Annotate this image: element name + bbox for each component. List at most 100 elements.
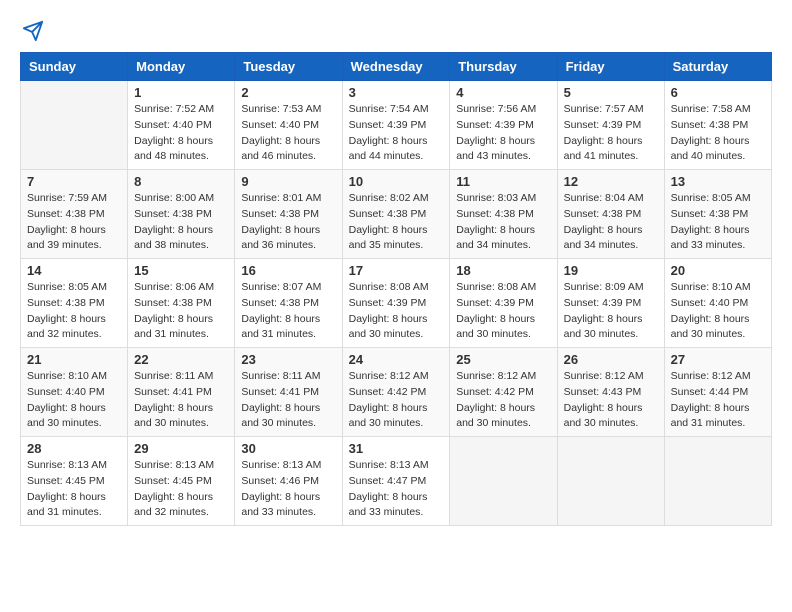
day-number: 5	[564, 85, 658, 100]
calendar-cell: 30 Sunrise: 8:13 AM Sunset: 4:46 PM Dayl…	[235, 437, 342, 526]
day-info: Sunrise: 8:05 AM Sunset: 4:38 PM Dayligh…	[671, 191, 765, 254]
day-number: 30	[241, 441, 335, 456]
day-info: Sunrise: 8:06 AM Sunset: 4:38 PM Dayligh…	[134, 280, 228, 343]
calendar-cell: 26 Sunrise: 8:12 AM Sunset: 4:43 PM Dayl…	[557, 348, 664, 437]
day-info: Sunrise: 8:00 AM Sunset: 4:38 PM Dayligh…	[134, 191, 228, 254]
calendar-cell: 28 Sunrise: 8:13 AM Sunset: 4:45 PM Dayl…	[21, 437, 128, 526]
day-info: Sunrise: 7:52 AM Sunset: 4:40 PM Dayligh…	[134, 102, 228, 165]
logo	[20, 20, 44, 42]
day-info: Sunrise: 8:12 AM Sunset: 4:44 PM Dayligh…	[671, 369, 765, 432]
day-number: 4	[456, 85, 550, 100]
day-number: 13	[671, 174, 765, 189]
weekday-header-tuesday: Tuesday	[235, 53, 342, 81]
calendar-header-row: SundayMondayTuesdayWednesdayThursdayFrid…	[21, 53, 772, 81]
weekday-header-saturday: Saturday	[664, 53, 771, 81]
day-number: 9	[241, 174, 335, 189]
day-number: 18	[456, 263, 550, 278]
day-number: 15	[134, 263, 228, 278]
day-number: 20	[671, 263, 765, 278]
day-number: 27	[671, 352, 765, 367]
calendar-cell: 21 Sunrise: 8:10 AM Sunset: 4:40 PM Dayl…	[21, 348, 128, 437]
day-info: Sunrise: 8:13 AM Sunset: 4:47 PM Dayligh…	[349, 458, 444, 521]
calendar-cell: 4 Sunrise: 7:56 AM Sunset: 4:39 PM Dayli…	[450, 81, 557, 170]
calendar-cell: 25 Sunrise: 8:12 AM Sunset: 4:42 PM Dayl…	[450, 348, 557, 437]
calendar-cell: 27 Sunrise: 8:12 AM Sunset: 4:44 PM Dayl…	[664, 348, 771, 437]
calendar-cell: 12 Sunrise: 8:04 AM Sunset: 4:38 PM Dayl…	[557, 170, 664, 259]
calendar-cell: 16 Sunrise: 8:07 AM Sunset: 4:38 PM Dayl…	[235, 259, 342, 348]
day-info: Sunrise: 7:56 AM Sunset: 4:39 PM Dayligh…	[456, 102, 550, 165]
day-info: Sunrise: 8:05 AM Sunset: 4:38 PM Dayligh…	[27, 280, 121, 343]
day-number: 17	[349, 263, 444, 278]
calendar-cell: 23 Sunrise: 8:11 AM Sunset: 4:41 PM Dayl…	[235, 348, 342, 437]
day-info: Sunrise: 7:58 AM Sunset: 4:38 PM Dayligh…	[671, 102, 765, 165]
weekday-header-friday: Friday	[557, 53, 664, 81]
calendar-cell: 5 Sunrise: 7:57 AM Sunset: 4:39 PM Dayli…	[557, 81, 664, 170]
weekday-header-monday: Monday	[128, 53, 235, 81]
day-info: Sunrise: 8:03 AM Sunset: 4:38 PM Dayligh…	[456, 191, 550, 254]
day-number: 25	[456, 352, 550, 367]
day-number: 22	[134, 352, 228, 367]
calendar-cell	[664, 437, 771, 526]
day-number: 21	[27, 352, 121, 367]
day-number: 6	[671, 85, 765, 100]
calendar-cell: 3 Sunrise: 7:54 AM Sunset: 4:39 PM Dayli…	[342, 81, 450, 170]
weekday-header-sunday: Sunday	[21, 53, 128, 81]
day-info: Sunrise: 7:59 AM Sunset: 4:38 PM Dayligh…	[27, 191, 121, 254]
calendar-cell: 1 Sunrise: 7:52 AM Sunset: 4:40 PM Dayli…	[128, 81, 235, 170]
calendar-cell: 11 Sunrise: 8:03 AM Sunset: 4:38 PM Dayl…	[450, 170, 557, 259]
day-info: Sunrise: 7:53 AM Sunset: 4:40 PM Dayligh…	[241, 102, 335, 165]
calendar-cell: 14 Sunrise: 8:05 AM Sunset: 4:38 PM Dayl…	[21, 259, 128, 348]
day-info: Sunrise: 8:01 AM Sunset: 4:38 PM Dayligh…	[241, 191, 335, 254]
calendar-cell: 7 Sunrise: 7:59 AM Sunset: 4:38 PM Dayli…	[21, 170, 128, 259]
calendar-week-row: 21 Sunrise: 8:10 AM Sunset: 4:40 PM Dayl…	[21, 348, 772, 437]
day-info: Sunrise: 8:08 AM Sunset: 4:39 PM Dayligh…	[456, 280, 550, 343]
day-info: Sunrise: 8:09 AM Sunset: 4:39 PM Dayligh…	[564, 280, 658, 343]
day-number: 16	[241, 263, 335, 278]
day-info: Sunrise: 7:54 AM Sunset: 4:39 PM Dayligh…	[349, 102, 444, 165]
calendar-cell	[557, 437, 664, 526]
calendar-cell: 8 Sunrise: 8:00 AM Sunset: 4:38 PM Dayli…	[128, 170, 235, 259]
calendar-week-row: 14 Sunrise: 8:05 AM Sunset: 4:38 PM Dayl…	[21, 259, 772, 348]
day-number: 28	[27, 441, 121, 456]
day-info: Sunrise: 8:13 AM Sunset: 4:46 PM Dayligh…	[241, 458, 335, 521]
day-number: 11	[456, 174, 550, 189]
day-info: Sunrise: 8:10 AM Sunset: 4:40 PM Dayligh…	[27, 369, 121, 432]
calendar-cell: 18 Sunrise: 8:08 AM Sunset: 4:39 PM Dayl…	[450, 259, 557, 348]
day-number: 26	[564, 352, 658, 367]
day-number: 24	[349, 352, 444, 367]
calendar-week-row: 7 Sunrise: 7:59 AM Sunset: 4:38 PM Dayli…	[21, 170, 772, 259]
day-number: 31	[349, 441, 444, 456]
day-number: 12	[564, 174, 658, 189]
page-header	[20, 20, 772, 42]
calendar-cell: 13 Sunrise: 8:05 AM Sunset: 4:38 PM Dayl…	[664, 170, 771, 259]
weekday-header-wednesday: Wednesday	[342, 53, 450, 81]
calendar-cell	[21, 81, 128, 170]
calendar-cell: 19 Sunrise: 8:09 AM Sunset: 4:39 PM Dayl…	[557, 259, 664, 348]
logo-bird-icon	[22, 20, 44, 42]
day-info: Sunrise: 7:57 AM Sunset: 4:39 PM Dayligh…	[564, 102, 658, 165]
calendar-cell: 17 Sunrise: 8:08 AM Sunset: 4:39 PM Dayl…	[342, 259, 450, 348]
day-number: 1	[134, 85, 228, 100]
calendar-cell: 29 Sunrise: 8:13 AM Sunset: 4:45 PM Dayl…	[128, 437, 235, 526]
calendar-cell: 2 Sunrise: 7:53 AM Sunset: 4:40 PM Dayli…	[235, 81, 342, 170]
day-info: Sunrise: 8:13 AM Sunset: 4:45 PM Dayligh…	[27, 458, 121, 521]
day-number: 23	[241, 352, 335, 367]
calendar-week-row: 1 Sunrise: 7:52 AM Sunset: 4:40 PM Dayli…	[21, 81, 772, 170]
day-info: Sunrise: 8:02 AM Sunset: 4:38 PM Dayligh…	[349, 191, 444, 254]
calendar-cell: 31 Sunrise: 8:13 AM Sunset: 4:47 PM Dayl…	[342, 437, 450, 526]
day-number: 14	[27, 263, 121, 278]
day-number: 3	[349, 85, 444, 100]
day-info: Sunrise: 8:12 AM Sunset: 4:42 PM Dayligh…	[456, 369, 550, 432]
calendar-cell: 10 Sunrise: 8:02 AM Sunset: 4:38 PM Dayl…	[342, 170, 450, 259]
calendar-cell: 22 Sunrise: 8:11 AM Sunset: 4:41 PM Dayl…	[128, 348, 235, 437]
day-number: 19	[564, 263, 658, 278]
day-info: Sunrise: 8:12 AM Sunset: 4:42 PM Dayligh…	[349, 369, 444, 432]
calendar-cell	[450, 437, 557, 526]
day-info: Sunrise: 8:11 AM Sunset: 4:41 PM Dayligh…	[241, 369, 335, 432]
day-info: Sunrise: 8:13 AM Sunset: 4:45 PM Dayligh…	[134, 458, 228, 521]
calendar-cell: 9 Sunrise: 8:01 AM Sunset: 4:38 PM Dayli…	[235, 170, 342, 259]
weekday-header-thursday: Thursday	[450, 53, 557, 81]
calendar-cell: 24 Sunrise: 8:12 AM Sunset: 4:42 PM Dayl…	[342, 348, 450, 437]
day-info: Sunrise: 8:11 AM Sunset: 4:41 PM Dayligh…	[134, 369, 228, 432]
calendar-table: SundayMondayTuesdayWednesdayThursdayFrid…	[20, 52, 772, 526]
